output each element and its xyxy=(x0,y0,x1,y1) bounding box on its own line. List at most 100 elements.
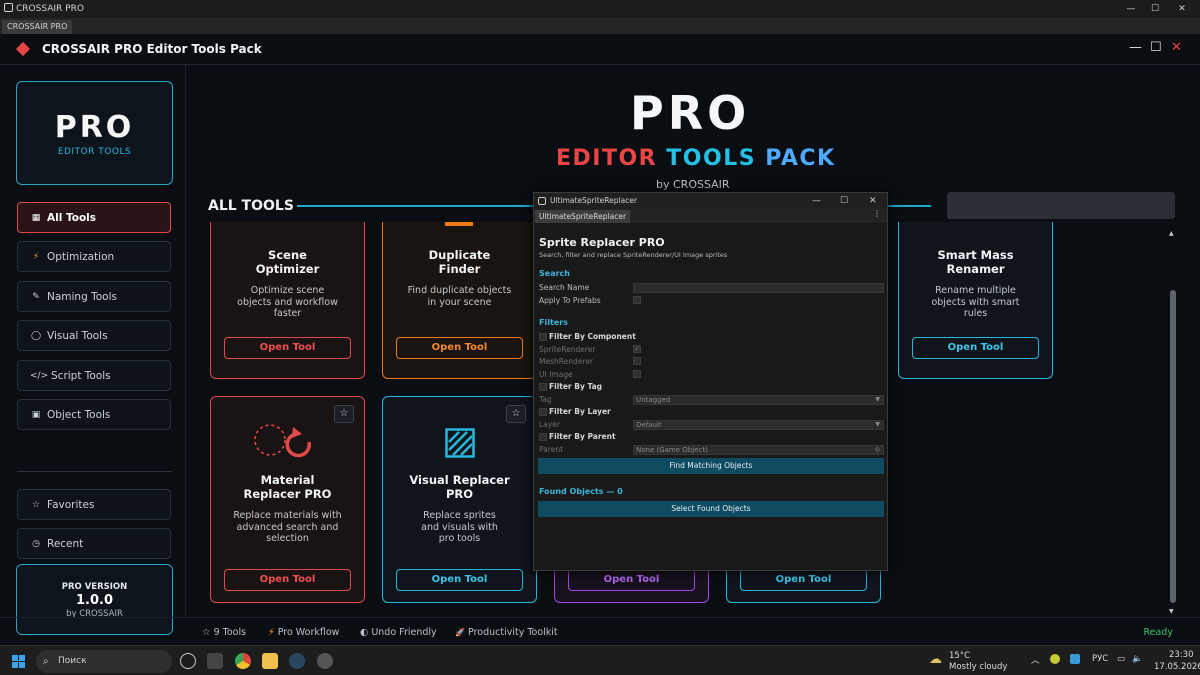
sidebar-item-naming-tools[interactable]: ✎ Naming Tools xyxy=(17,281,171,312)
weather-icon[interactable]: ☁ xyxy=(929,652,942,667)
tools-search-input[interactable] xyxy=(947,192,1175,219)
sprite-renderer-checkbox[interactable]: ✓ xyxy=(633,345,641,353)
taskbar-search-placeholder: Поиск xyxy=(58,656,87,666)
brand-diamond-icon xyxy=(15,41,31,57)
scroll-thumb[interactable] xyxy=(1170,290,1176,603)
card-title: Scene Optimizer xyxy=(255,248,320,276)
open-tool-button[interactable]: Open Tool xyxy=(740,569,867,591)
sidebar-item-label: Favorites xyxy=(47,498,95,511)
unity-app-icon[interactable] xyxy=(207,653,223,669)
status-undo-friendly: ◐ Undo Friendly xyxy=(360,627,437,638)
dropdown-arrow-icon: ▼ xyxy=(875,396,880,403)
weather-desc: Mostly cloudy xyxy=(949,662,1008,672)
card-material-replacer: ☆ Material Replacer PRO Replace material… xyxy=(210,396,365,603)
sidebar-item-favorites[interactable]: ☆ Favorites xyxy=(17,489,171,520)
hero-byline: by CROSSAIR xyxy=(656,178,730,191)
popup-close-button[interactable]: ✕ xyxy=(869,193,877,209)
version-number: 1.0.0 xyxy=(75,593,113,608)
layer-dropdown[interactable]: Default ▼ xyxy=(633,420,884,430)
more-options-icon[interactable]: ⋮ xyxy=(873,209,881,218)
filter-tag-checkbox[interactable] xyxy=(539,383,547,391)
sidebar-item-label: Optimization xyxy=(47,250,115,263)
ui-image-checkbox[interactable] xyxy=(633,370,641,378)
windows-start-icon[interactable] xyxy=(12,655,26,669)
app-minimize-button[interactable]: — xyxy=(1129,40,1142,55)
card-title: Duplicate Finder xyxy=(428,248,491,276)
chrome-icon[interactable] xyxy=(235,653,251,669)
filter-component-checkbox[interactable] xyxy=(539,333,547,341)
apply-prefabs-label: Apply To Prefabs xyxy=(539,296,601,305)
sidebar-item-label: Visual Tools xyxy=(47,329,108,342)
find-matching-button[interactable]: Find Matching Objects xyxy=(538,458,884,474)
taskbar: ⌕ Поиск ☁ 15°C Mostly cloudy ︿ РУС ▭ 🔈 23… xyxy=(0,645,1200,675)
found-objects-label: Found Objects — 0 xyxy=(539,487,623,496)
popup-maximize-button[interactable]: ☐ xyxy=(840,193,848,209)
sidebar-item-visual-tools[interactable]: ◯ Visual Tools xyxy=(17,320,171,351)
search-name-input[interactable] xyxy=(633,283,884,293)
filters-section-header: Filters xyxy=(539,318,568,327)
open-tool-button[interactable]: Open Tool xyxy=(396,337,523,359)
content-scrollbar[interactable]: ▲ ▼ xyxy=(1169,230,1177,615)
favorite-star-button[interactable]: ☆ xyxy=(334,405,354,423)
card-title: Visual Replacer PRO xyxy=(409,473,510,501)
parent-value: None (Game Object) xyxy=(636,446,708,454)
layer-label: Layer xyxy=(539,420,560,429)
sidebar-item-optimization[interactable]: ⚡ Optimization xyxy=(17,241,171,272)
tag-dropdown[interactable]: Untagged ▼ xyxy=(633,395,884,405)
language-indicator[interactable]: РУС xyxy=(1092,654,1108,664)
clock-time[interactable]: 23:30 xyxy=(1169,650,1194,660)
filter-layer-checkbox[interactable] xyxy=(539,408,547,416)
tray-app-icon[interactable] xyxy=(1050,654,1060,664)
hero-word-editor: EDITOR xyxy=(556,146,658,171)
os-minimize-button[interactable]: — xyxy=(1119,0,1143,18)
popup-tab[interactable]: UltimateSpriteReplacer xyxy=(535,210,631,223)
app-crossair-icon[interactable] xyxy=(317,653,333,669)
scroll-up-icon[interactable]: ▲ xyxy=(1169,230,1174,237)
open-tool-button[interactable]: Open Tool xyxy=(224,337,351,359)
sidebar-item-script-tools[interactable]: </> Script Tools xyxy=(17,360,171,391)
tray-chevron-icon[interactable]: ︿ xyxy=(1031,654,1040,666)
document-tab[interactable]: CROSSAIR PRO xyxy=(2,20,73,34)
filter-layer-label: Filter By Layer xyxy=(549,407,611,416)
mesh-renderer-checkbox[interactable] xyxy=(633,357,641,365)
app-title: CROSSAIR PRO Editor Tools Pack xyxy=(42,42,262,56)
scroll-down-icon[interactable]: ▼ xyxy=(1169,608,1174,615)
open-tool-button[interactable]: Open Tool xyxy=(224,569,351,591)
hero-word-pack: PACK xyxy=(765,146,836,171)
tray-security-icon[interactable] xyxy=(1070,654,1080,664)
clock-date[interactable]: 17.05.2026 xyxy=(1154,662,1200,672)
select-found-button[interactable]: Select Found Objects xyxy=(538,501,884,517)
search-name-label: Search Name xyxy=(539,283,590,292)
card-desc: Optimize scene objects and workflow fast… xyxy=(237,285,338,319)
file-explorer-icon[interactable] xyxy=(262,653,278,669)
open-tool-button[interactable]: Open Tool xyxy=(568,569,695,591)
volume-icon[interactable]: 🔈 xyxy=(1132,654,1143,664)
apply-prefabs-checkbox[interactable] xyxy=(633,296,641,304)
sidebar-item-label: All Tools xyxy=(47,211,97,224)
logo-pro-text: PRO xyxy=(54,110,135,145)
os-maximize-button[interactable]: ☐ xyxy=(1143,0,1167,18)
filter-parent-checkbox[interactable] xyxy=(539,433,547,441)
sidebar-item-all-tools[interactable]: ▦ All Tools xyxy=(17,202,171,233)
steam-icon[interactable] xyxy=(289,653,305,669)
rocket-icon: 🚀 xyxy=(455,628,465,637)
sidebar-item-recent[interactable]: ◷ Recent xyxy=(17,528,171,559)
section-title: ALL TOOLS xyxy=(208,198,294,214)
app-maximize-button[interactable]: ☐ xyxy=(1150,40,1162,55)
popup-titlebar[interactable]: UltimateSpriteReplacer — ☐ ✕ xyxy=(534,193,887,209)
unity-hub-icon[interactable] xyxy=(180,653,196,669)
sprite-replacer-window: UltimateSpriteReplacer — ☐ ✕ UltimateSpr… xyxy=(533,192,888,571)
open-tool-button[interactable]: Open Tool xyxy=(396,569,523,591)
favorite-star-button[interactable]: ☆ xyxy=(506,405,526,423)
object-picker-icon[interactable]: ◎ xyxy=(875,446,880,454)
app-close-button[interactable]: ✕ xyxy=(1171,40,1182,55)
sidebar-item-object-tools[interactable]: ▣ Object Tools xyxy=(17,399,171,430)
open-tool-button[interactable]: Open Tool xyxy=(912,337,1039,359)
network-icon[interactable]: ▭ xyxy=(1117,654,1125,664)
visual-replace-icon xyxy=(445,428,475,458)
parent-object-field[interactable]: None (Game Object) ◎ xyxy=(633,445,884,455)
taskbar-search-input[interactable]: ⌕ Поиск xyxy=(36,650,172,673)
star-icon: ☆ xyxy=(202,627,211,638)
popup-minimize-button[interactable]: — xyxy=(812,193,821,209)
os-close-button[interactable]: ✕ xyxy=(1170,0,1194,18)
